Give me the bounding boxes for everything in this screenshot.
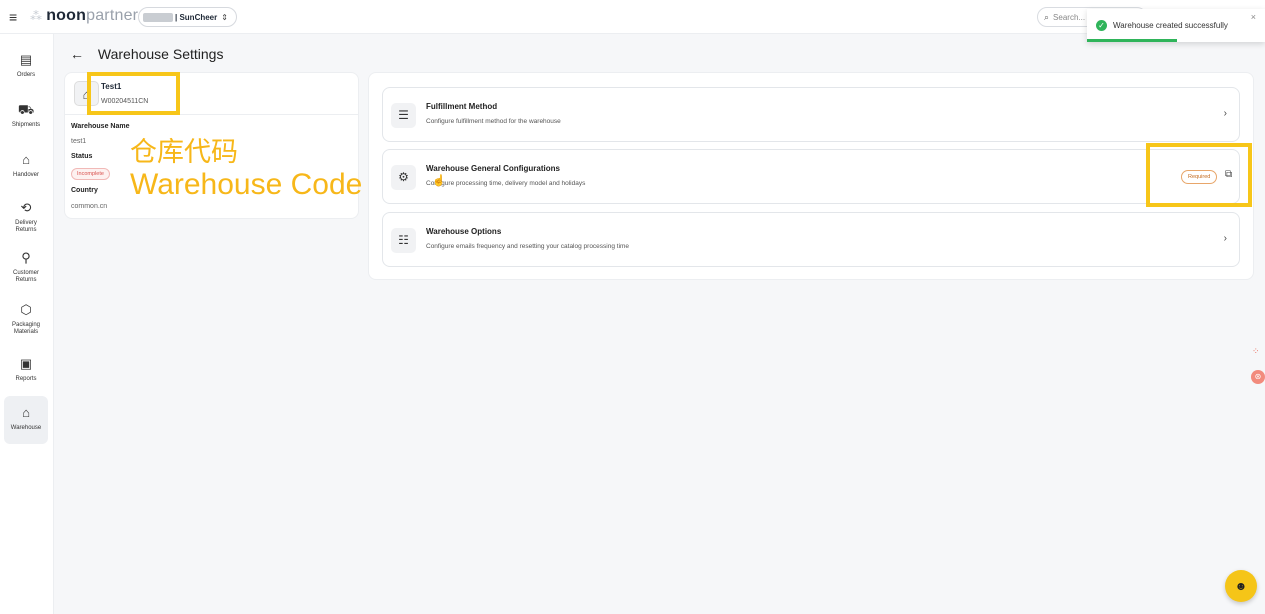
annotation-english: Warehouse Code	[130, 168, 363, 201]
sidebar-item-shipments[interactable]: ⛟ Shipments	[4, 98, 48, 129]
sidebar-item-label: Packaging Materials	[11, 321, 41, 335]
chat-support-button[interactable]: ☻	[1225, 570, 1257, 602]
page-title-text: Warehouse Settings	[97, 46, 224, 62]
warehouse-icon: ⌂	[22, 405, 30, 420]
sidebar-item-label: Orders	[16, 71, 36, 78]
sidebar-item-label: Handover	[12, 171, 39, 178]
sidebar-item-label: Reports	[15, 375, 37, 382]
warehouse-name-value: test1	[71, 138, 87, 145]
hamburger-menu-icon[interactable]: ≡	[9, 9, 17, 25]
sidebar-item-label: Delivery Returns	[15, 219, 37, 233]
box-icon: ⬡	[20, 302, 32, 317]
warehouse-code-highlight	[87, 72, 180, 115]
sidebar-item-reports[interactable]: ▣ Reports	[4, 352, 48, 383]
option-title: Warehouse Options	[426, 227, 502, 236]
hand-cursor-icon: ☝	[432, 175, 446, 187]
handover-icon: ⌂	[22, 152, 30, 167]
sidebar-item-handover[interactable]: ⌂ Handover	[4, 148, 48, 179]
store-selector[interactable]: | SunCheer ⇕	[138, 7, 237, 27]
option-description: Configure emails frequency and resetting…	[426, 243, 630, 250]
return-truck-icon: ⟲	[20, 200, 32, 215]
required-highlight	[1146, 143, 1252, 207]
option-description: Configure processing time, delivery mode…	[426, 180, 586, 187]
warehouse-name-label: Warehouse Name	[71, 123, 130, 130]
sidebar-item-label: Warehouse	[10, 424, 42, 431]
apps-icon[interactable]: ⁘	[1252, 346, 1260, 357]
user-return-icon: ⚲	[21, 250, 31, 265]
success-toast: ✓ Warehouse created successfully ×	[1087, 9, 1265, 42]
truck-icon: ⛟	[17, 102, 35, 117]
translate-icon[interactable]: ⊛	[1251, 370, 1265, 384]
gear-icon: ⚙	[391, 165, 416, 190]
sidebar: ▤ Orders ⛟ Shipments ⌂ Handover ⟲ Delive…	[0, 34, 54, 614]
fulfillment-method-card[interactable]: ☰ Fulfillment Method Configure fulfillme…	[382, 87, 1240, 142]
toast-progress-bar	[1087, 39, 1177, 42]
warehouse-general-configurations-card[interactable]: ⚙ Warehouse General Configurations Confi…	[382, 149, 1240, 204]
sidebar-item-label: Shipments	[11, 121, 41, 128]
sidebar-item-packaging-materials[interactable]: ⬡ Packaging Materials	[4, 298, 48, 336]
top-bar: ≡ ⁂ noonpartners | SunCheer ⇕ ⌕ Search...	[0, 0, 1265, 34]
country-value: common.cn	[71, 203, 108, 210]
option-description: Configure fulfillment method for the war…	[426, 118, 561, 125]
chevron-right-icon[interactable]: ›	[1224, 233, 1227, 244]
annotation-chinese: 仓库代码	[130, 137, 238, 167]
page-title: ← Warehouse Settings	[70, 46, 223, 62]
option-title: Warehouse General Configurations	[426, 164, 560, 173]
status-label: Status	[71, 153, 93, 160]
warehouse-options-card[interactable]: ☷ Warehouse Options Configure emails fre…	[382, 212, 1240, 267]
chevron-updown-icon: ⇕	[221, 12, 228, 22]
sidebar-item-delivery-returns[interactable]: ⟲ Delivery Returns	[4, 196, 48, 234]
check-circle-icon: ✓	[1096, 20, 1107, 31]
sidebar-item-label: Customer Returns	[12, 269, 39, 283]
country-label: Country	[71, 187, 98, 194]
back-arrow-icon[interactable]: ←	[70, 46, 84, 62]
search-placeholder: Search...	[1053, 12, 1086, 22]
noon-partners-logo[interactable]: ⁂ noonpartners	[30, 7, 146, 25]
logo-bold-text: noon	[46, 7, 87, 24]
toast-message: Warehouse created successfully	[1113, 21, 1228, 30]
settings-panel: ☰ Fulfillment Method Configure fulfillme…	[368, 72, 1254, 280]
store-label: | SunCheer	[175, 12, 218, 22]
list-icon: ☷	[391, 228, 416, 253]
report-icon: ▣	[19, 356, 33, 371]
search-icon: ⌕	[1044, 11, 1050, 22]
sidebar-item-orders[interactable]: ▤ Orders	[4, 48, 48, 79]
sidebar-item-customer-returns[interactable]: ⚲ Customer Returns	[4, 246, 48, 284]
status-badge: Incomplete	[71, 168, 110, 180]
option-title: Fulfillment Method	[426, 102, 498, 111]
logo-mark-icon: ⁂	[30, 9, 43, 23]
chevron-right-icon[interactable]: ›	[1224, 108, 1227, 119]
checklist-icon: ☰	[391, 103, 416, 128]
redacted-store-name	[143, 12, 173, 22]
sidebar-item-warehouse[interactable]: ⌂ Warehouse	[4, 396, 48, 444]
orders-icon: ▤	[19, 52, 33, 67]
chat-icon: ☻	[1234, 579, 1248, 593]
close-icon[interactable]: ×	[1251, 12, 1256, 22]
